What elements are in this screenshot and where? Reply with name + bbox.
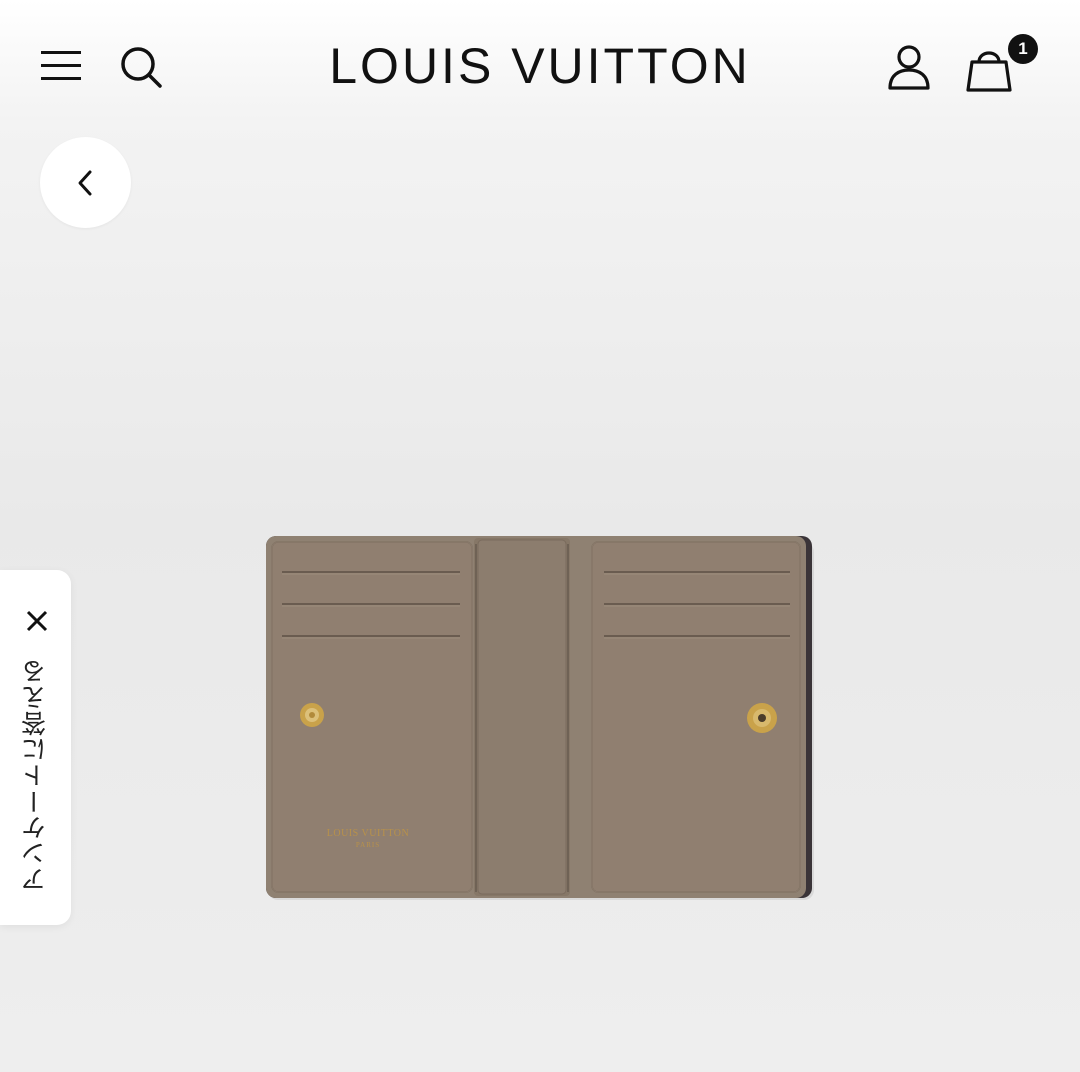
cart-count-badge: 1 — [1008, 34, 1038, 64]
chevron-left-icon — [78, 170, 91, 195]
brand-logo[interactable]: LOUIS VUITTON — [300, 36, 780, 96]
menu-button[interactable] — [36, 42, 86, 88]
user-icon — [888, 45, 930, 90]
search-button[interactable] — [116, 42, 166, 92]
survey-tab[interactable]: アンケートに答える — [0, 570, 71, 925]
top-header: LOUIS VUITTON 1 — [0, 0, 1080, 135]
product-page: LOUIS VUITTON 1 アンケートに答える LOUIS VUITTON … — [0, 0, 1080, 1072]
cart-button[interactable]: 1 — [962, 34, 1046, 94]
hamburger-menu-icon — [41, 51, 81, 80]
back-button[interactable] — [40, 137, 131, 228]
stamp-city: PARIS — [355, 841, 381, 849]
survey-close-button[interactable] — [22, 606, 52, 636]
search-icon — [121, 47, 162, 88]
close-icon — [26, 610, 48, 632]
survey-label[interactable]: アンケートに答える — [0, 650, 71, 900]
shopping-bag-icon — [966, 51, 1012, 92]
wallet-stamp: LOUIS VUITTON PARIS — [318, 828, 418, 849]
stamp-brand: LOUIS VUITTON — [326, 828, 410, 839]
account-button[interactable] — [882, 40, 936, 94]
